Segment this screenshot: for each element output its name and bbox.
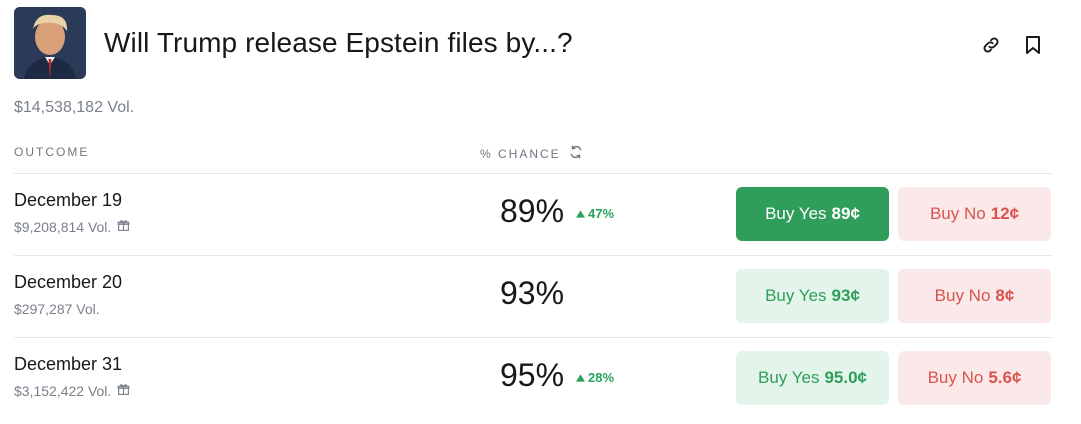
outcome-column-header: OUTCOME (14, 145, 90, 159)
buy-no-price: 5.6¢ (988, 368, 1022, 387)
triangle-up-icon (576, 373, 585, 382)
buy-no-button[interactable]: Buy No 12¢ (898, 187, 1051, 241)
buy-yes-price: 89¢ (831, 204, 860, 223)
outcome-name: December 31 (14, 354, 123, 374)
market-header: Will Trump release Epstein files by...? (14, 7, 1054, 79)
market-avatar[interactable] (14, 7, 86, 79)
outcome-volume: $9,208,814 Vol. (14, 219, 130, 235)
chance-value: 93% (500, 275, 565, 311)
chance-value: 89% (500, 193, 565, 229)
outcome-row: December 20 $297,287 Vol. 93% Buy Yes 93… (0, 255, 1081, 337)
chance-delta-value: 47% (588, 206, 615, 221)
gift-icon[interactable] (117, 383, 130, 399)
buy-no-button[interactable]: Buy No 8¢ (898, 269, 1051, 323)
link-icon[interactable] (979, 33, 1003, 57)
outcome-volume-text: $297,287 Vol. (14, 301, 100, 317)
total-volume: $14,538,182 Vol. (14, 99, 135, 116)
bookmark-icon[interactable] (1021, 33, 1045, 57)
chance-column-label: % CHANCE (480, 146, 561, 161)
buy-no-price: 8¢ (995, 286, 1015, 305)
outcome-row: December 31 $3,152,422 Vol. 95% 28% Buy … (0, 337, 1081, 419)
chance-column-header: % CHANCE (480, 145, 583, 162)
market-title: Will Trump release Epstein files by...? (104, 27, 573, 58)
outcome-volume-text: $3,152,422 Vol. (14, 383, 112, 399)
buy-no-label: Buy No (929, 204, 986, 223)
chance-value: 95% (500, 357, 565, 393)
outcome-name: December 20 (14, 272, 123, 292)
outcome-volume: $3,152,422 Vol. (14, 383, 130, 399)
buy-no-price: 12¢ (990, 204, 1020, 223)
outcome-volume-text: $9,208,814 Vol. (14, 219, 112, 235)
buy-yes-label: Buy Yes (765, 204, 827, 223)
buy-no-label: Buy No (934, 286, 991, 305)
buy-yes-label: Buy Yes (765, 286, 827, 305)
buy-yes-price: 95.0¢ (824, 368, 867, 387)
triangle-up-icon (576, 209, 585, 218)
refresh-icon[interactable] (569, 145, 583, 162)
buy-no-button[interactable]: Buy No 5.6¢ (898, 351, 1051, 405)
chance-delta: 28% (576, 370, 614, 385)
gift-icon[interactable] (117, 219, 130, 235)
buy-yes-button[interactable]: Buy Yes 89¢ (736, 187, 889, 241)
outcome-row: December 19 $9,208,814 Vol. 89% 47% Buy … (0, 173, 1081, 255)
chance-delta: 47% (576, 206, 614, 221)
chance-delta-value: 28% (588, 370, 615, 385)
buy-yes-price: 93¢ (831, 286, 860, 305)
buy-no-label: Buy No (927, 368, 984, 387)
buy-yes-button[interactable]: Buy Yes 95.0¢ (736, 351, 889, 405)
outcome-volume: $297,287 Vol. (14, 301, 100, 317)
outcome-name: December 19 (14, 190, 123, 210)
buy-yes-button[interactable]: Buy Yes 93¢ (736, 269, 889, 323)
buy-yes-label: Buy Yes (758, 368, 820, 387)
